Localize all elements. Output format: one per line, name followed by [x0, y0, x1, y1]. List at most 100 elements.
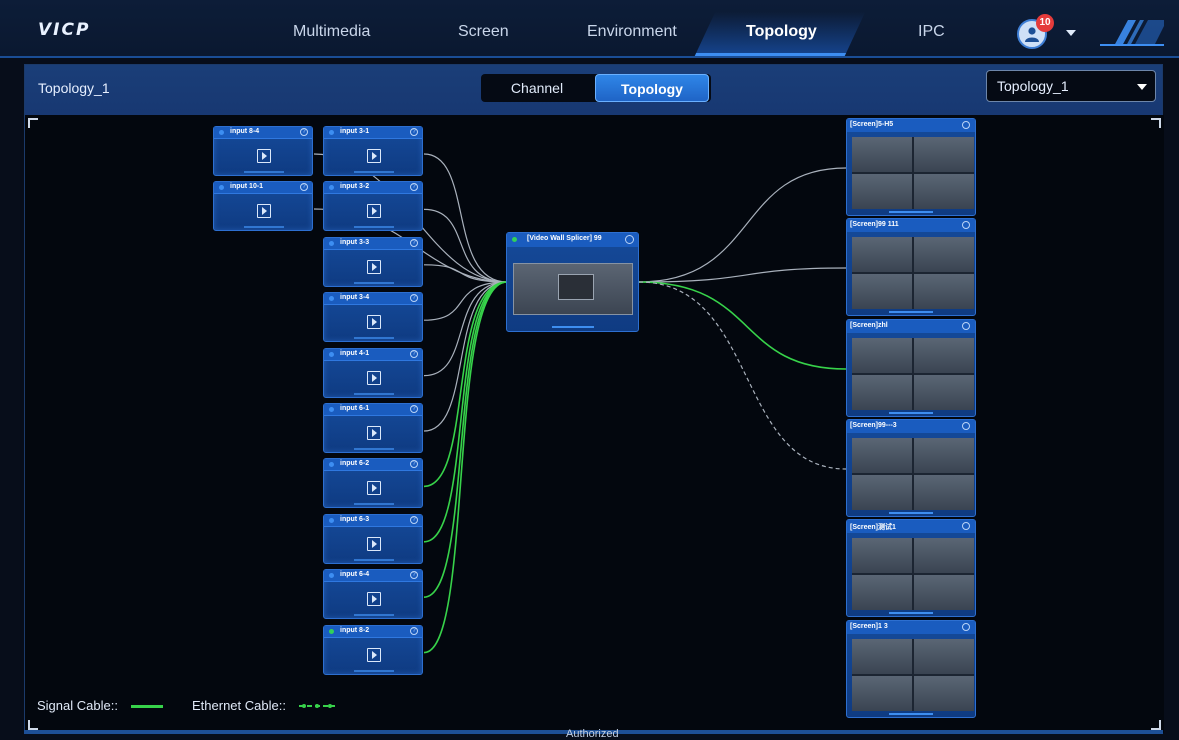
video-file-icon: [257, 149, 271, 163]
screen-cell: [852, 374, 912, 410]
input-label: input 6-1: [340, 405, 370, 412]
screen-cell: [914, 274, 974, 310]
node-footer-line: [354, 226, 394, 229]
panel-header: Topology_1 Channel Topology Topology_1: [25, 65, 1162, 115]
info-icon[interactable]: [962, 321, 970, 330]
input-source-node[interactable]: input 8-4?: [213, 126, 313, 176]
nav-tab-ipc[interactable]: IPC: [918, 20, 945, 44]
topology-select[interactable]: Topology_1: [986, 70, 1156, 102]
node-footer-line: [354, 171, 394, 173]
status-dot: [329, 296, 334, 302]
input-label: input 8-2: [340, 626, 370, 634]
splicer-label: [Video Wall Splicer] 99: [527, 235, 602, 242]
screen-node[interactable]: [Screen]1 3: [846, 619, 976, 718]
nav-tab-multimedia[interactable]: Multimedia: [293, 20, 370, 44]
screen-grid: [852, 538, 974, 611]
info-icon[interactable]: ?: [410, 128, 418, 136]
input-source-node[interactable]: input 3-3?: [323, 236, 423, 287]
topology-canvas[interactable]: input 8-4? input 10-1? input 3-1? input 3-2…: [25, 115, 1164, 733]
screen-cell: [852, 575, 912, 611]
info-icon[interactable]: ?: [410, 294, 418, 303]
screen-cell: [852, 237, 912, 273]
screen-cell: [852, 274, 912, 310]
input-link: [423, 281, 508, 598]
info-icon[interactable]: ?: [410, 405, 418, 413]
node-footer-line: [354, 337, 394, 340]
info-icon[interactable]: ?: [410, 238, 418, 247]
node-footer-line: [354, 558, 394, 561]
node-footer-line: [354, 503, 394, 506]
panel-title: Topology_1: [38, 80, 110, 96]
input-source-node[interactable]: input 6-3?: [323, 513, 423, 564]
video-file-icon: [367, 315, 381, 330]
input-link: [423, 281, 508, 543]
node-header: input 6-2?: [324, 459, 422, 472]
video-file-icon: [367, 536, 381, 551]
nav-tab-screen[interactable]: Screen: [458, 20, 509, 44]
input-source-node[interactable]: input 6-2?: [323, 458, 423, 509]
input-label: input 3-4: [340, 294, 370, 302]
video-wall-splicer-node[interactable]: [Video Wall Splicer] 99: [506, 232, 639, 332]
info-icon[interactable]: ?: [410, 349, 418, 358]
input-label: input 4-1: [340, 349, 370, 357]
info-icon[interactable]: [962, 421, 970, 430]
info-icon[interactable]: ?: [410, 571, 418, 580]
screen-node[interactable]: [Screen]99---3: [846, 418, 976, 517]
screen-node[interactable]: [Screen]zhl: [846, 318, 976, 417]
device-screen: [558, 274, 594, 300]
nav-tab-environment[interactable]: Environment: [587, 20, 677, 44]
node-header: [Screen]99---3: [847, 419, 975, 433]
input-link: [423, 208, 508, 283]
input-source-node[interactable]: input 3-1?: [323, 126, 423, 176]
node-footer-line: [889, 612, 933, 615]
info-icon[interactable]: ?: [410, 460, 418, 469]
info-icon[interactable]: ?: [410, 515, 418, 524]
screen-grid: [852, 337, 974, 410]
input-source-node[interactable]: input 6-4?: [323, 569, 423, 620]
node-header: input 8-4?: [214, 127, 312, 139]
screen-label: [Screen]99---3: [850, 421, 897, 429]
screen-cell: [852, 638, 912, 674]
input-source-node[interactable]: input 3-2?: [323, 181, 423, 232]
input-label: input 3-1: [340, 128, 370, 135]
notification-badge[interactable]: 10: [1036, 14, 1054, 32]
input-label: input 8-4: [230, 128, 260, 135]
screen-node[interactable]: [Screen]99 111: [846, 218, 976, 317]
input-source-node[interactable]: input 8-2?: [323, 624, 423, 675]
screen-node[interactable]: [Screen]5-H5: [846, 118, 976, 216]
node-footer-line: [354, 392, 394, 395]
info-icon[interactable]: ?: [300, 183, 308, 191]
input-source-node[interactable]: input 10-1?: [213, 181, 313, 231]
screen-node[interactable]: [Screen]测试1: [846, 519, 976, 618]
info-icon[interactable]: [625, 235, 634, 244]
chevron-down-icon[interactable]: [1066, 30, 1076, 36]
info-icon[interactable]: ?: [410, 626, 418, 635]
channel-mode-button[interactable]: Channel: [481, 74, 593, 102]
node-footer-line: [354, 614, 394, 617]
video-file-icon: [367, 204, 381, 219]
topology-mode-button[interactable]: Topology: [595, 74, 709, 102]
video-file-icon: [367, 370, 381, 385]
screen-cell: [852, 174, 912, 209]
nav-tab-topology[interactable]: Topology: [746, 20, 817, 44]
screen-cell: [852, 437, 912, 473]
input-source-node[interactable]: input 4-1?: [323, 347, 423, 398]
info-icon[interactable]: ?: [410, 183, 418, 192]
status-dot: [219, 130, 224, 135]
node-header: input 6-4?: [324, 570, 422, 583]
authorization-status: Authorized: [566, 728, 619, 740]
node-footer-line: [552, 326, 594, 328]
input-source-node[interactable]: input 6-1?: [323, 403, 423, 453]
info-icon[interactable]: [962, 121, 970, 129]
info-icon[interactable]: ?: [300, 128, 308, 136]
input-link: [423, 153, 508, 283]
info-icon[interactable]: [962, 522, 970, 531]
info-icon[interactable]: [962, 221, 970, 230]
legend-ethernet-label: Ethernet Cable::: [192, 698, 286, 713]
screen-cell: [852, 474, 912, 510]
status-dot: [329, 185, 334, 191]
info-icon[interactable]: [962, 622, 970, 631]
topology-panel: Topology_1 Channel Topology Topology_1 i…: [24, 64, 1164, 733]
status-dot: [329, 517, 334, 523]
input-source-node[interactable]: input 3-4?: [323, 292, 423, 343]
